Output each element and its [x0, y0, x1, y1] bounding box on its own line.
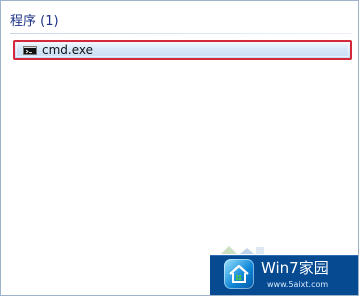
watermark-banner: Win7家园 www.5aixt.com [210, 255, 358, 295]
result-item-label: cmd.exe [42, 43, 94, 57]
programs-section-header: 程序 (1) [10, 14, 352, 36]
watermark-brand: Win7家园 [261, 259, 329, 277]
section-title: 程序 (1) [10, 14, 59, 29]
start-menu-search-results: 程序 (1) cmd.exe Win7家园 www.5aixt.com [0, 0, 359, 296]
watermark-partial-logo [221, 246, 264, 254]
section-divider [10, 33, 352, 34]
house-logo-icon [224, 259, 254, 289]
result-item-cmd[interactable]: cmd.exe [13, 40, 352, 60]
watermark-url: www.5aixt.com [267, 280, 329, 289]
command-prompt-icon [23, 46, 37, 55]
